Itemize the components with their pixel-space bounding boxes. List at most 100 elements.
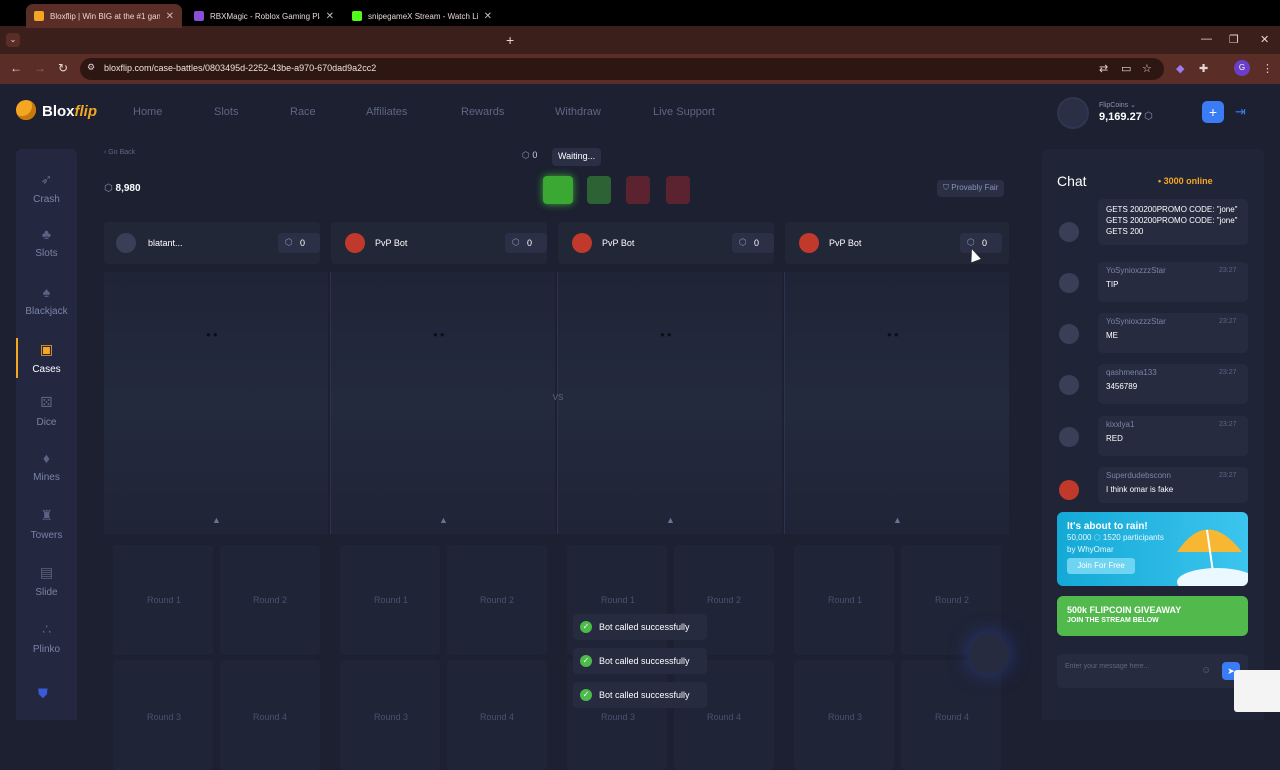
- flipcoins-label-text: FlipCoins: [1099, 102, 1129, 109]
- case-thumbnail[interactable]: [666, 176, 690, 204]
- site-info-icon[interactable]: ⚙: [87, 62, 95, 73]
- restore-icon[interactable]: ❐: [1229, 33, 1239, 46]
- translate-icon[interactable]: ⇄: [1099, 62, 1108, 75]
- pointer-icon: ▲: [893, 515, 902, 525]
- chat-username[interactable]: YoSynioxzzzStar: [1106, 317, 1166, 326]
- site-logo[interactable]: Bloxflip: [42, 103, 97, 120]
- round-label: Round 1: [374, 595, 409, 605]
- browser-tab-rbxmagic[interactable]: RBXMagic - Roblox Gaming Pla ✕: [186, 4, 342, 28]
- giveaway-title: 500k FLIPCOIN GIVEAWAY: [1067, 605, 1182, 615]
- chat-username[interactable]: YoSynioxzzzStar: [1106, 266, 1166, 275]
- nav-rewards[interactable]: Rewards: [461, 106, 504, 118]
- sidebar-item-mines[interactable]: ♦ Mines: [16, 450, 77, 483]
- reload-icon[interactable]: ↻: [58, 61, 68, 75]
- sidebar-item-blackjack[interactable]: ♠ Blackjack: [16, 284, 77, 317]
- sidebar-item-label: Towers: [30, 530, 63, 541]
- nav-live-support[interactable]: Live Support: [653, 106, 715, 118]
- url-text[interactable]: bloxflip.com/case-battles/0803495d-2252-…: [104, 63, 376, 73]
- logout-icon[interactable]: ⇥: [1235, 104, 1246, 120]
- browser-tab-kick[interactable]: snipegameX Stream - Watch Li ✕: [344, 4, 500, 28]
- chat-message-input[interactable]: [1065, 663, 1199, 670]
- support-chat-button[interactable]: [969, 634, 1009, 674]
- nav-home[interactable]: Home: [133, 106, 162, 118]
- nav-affiliates[interactable]: Affiliates: [366, 106, 407, 118]
- coin-icon: ⬡: [512, 237, 520, 247]
- bookmark-star-icon[interactable]: ☆: [1142, 62, 1152, 75]
- column-divider: [330, 272, 331, 534]
- case-thumbnail[interactable]: [587, 176, 611, 204]
- user-avatar[interactable]: [1057, 97, 1089, 129]
- close-tab-icon[interactable]: ✕: [166, 11, 174, 22]
- toast-notification[interactable]: ✓ Bot called successfully: [573, 682, 707, 708]
- go-back-label: Go Back: [108, 149, 136, 156]
- empty-face-icon: ●●: [433, 330, 447, 339]
- sidebar-item-label: Slide: [35, 587, 58, 598]
- case-thumbnail[interactable]: [543, 176, 573, 204]
- close-tab-icon[interactable]: ✕: [326, 11, 334, 22]
- deposit-button[interactable]: +: [1202, 101, 1224, 123]
- avatar[interactable]: [1059, 324, 1079, 344]
- sidebar-item-label: Blackjack: [25, 306, 68, 317]
- tab-search-button[interactable]: ⌄: [6, 33, 20, 47]
- provably-fair-button[interactable]: ⛉ Provably Fair: [937, 180, 1005, 197]
- round-label: Round 2: [707, 595, 742, 605]
- back-icon[interactable]: ←: [10, 61, 22, 75]
- avatar[interactable]: [1059, 375, 1079, 395]
- avatar[interactable]: [1059, 273, 1079, 293]
- kick-favicon-icon: [352, 11, 362, 21]
- avatar[interactable]: [1059, 222, 1079, 242]
- player-name: blatant...: [148, 238, 183, 248]
- browser-menu-icon[interactable]: ⋮: [1262, 62, 1273, 75]
- go-back-link[interactable]: ‹ Go Back: [104, 149, 135, 156]
- cast-icon[interactable]: ▭: [1121, 62, 1131, 75]
- sidebar-item-cases[interactable]: ▣ Cases: [16, 341, 77, 375]
- browser-profile-avatar[interactable]: G: [1234, 60, 1250, 76]
- shield-icon[interactable]: ⛊: [38, 686, 48, 702]
- close-window-icon[interactable]: ✕: [1260, 33, 1269, 46]
- logo-main: Blox: [42, 103, 75, 120]
- battle-status-badge: Waiting...: [552, 148, 602, 166]
- extensions-puzzle-icon[interactable]: ✚: [1199, 62, 1208, 75]
- chat-timestamp: 23:27: [1219, 267, 1237, 274]
- avatar[interactable]: [1059, 480, 1079, 500]
- new-tab-button[interactable]: +: [506, 32, 514, 48]
- bloxflip-logo-icon[interactable]: [16, 100, 36, 120]
- close-tab-icon[interactable]: ✕: [484, 11, 492, 22]
- sidebar-item-dice[interactable]: ⚄ Dice: [16, 394, 77, 428]
- toast-notification[interactable]: ✓ Bot called successfully: [573, 648, 707, 674]
- battle-total-value: ⬡ 8,980: [104, 183, 141, 194]
- empty-face-icon: ●●: [887, 330, 901, 339]
- giveaway-banner[interactable]: [1057, 596, 1248, 636]
- forward-icon[interactable]: →: [34, 61, 46, 75]
- chat-message-text: TIP: [1106, 280, 1119, 289]
- toast-notification[interactable]: ✓ Bot called successfully: [573, 614, 707, 640]
- sidebar-item-slide[interactable]: ▤ Slide: [16, 564, 77, 598]
- chat-message-text: ME: [1106, 331, 1118, 340]
- coin-icon: ⬡: [522, 150, 530, 160]
- minimize-icon[interactable]: —: [1201, 33, 1212, 45]
- chat-username[interactable]: qashmena133: [1106, 368, 1157, 377]
- sidebar-item-towers[interactable]: ♜ Towers: [16, 507, 77, 541]
- toast-message: Bot called successfully: [599, 622, 690, 632]
- sidebar-item-crash[interactable]: ➶ Crash: [16, 171, 77, 205]
- tab-title: Bloxflip | Win BIG at the #1 game: [50, 11, 160, 21]
- avatar[interactable]: [1059, 427, 1079, 447]
- nav-slots[interactable]: Slots: [214, 106, 238, 118]
- emoji-icon[interactable]: ☺: [1201, 665, 1211, 676]
- sidebar-item-plinko[interactable]: ∴ Plinko: [16, 621, 77, 655]
- extension-icon[interactable]: ◆: [1176, 62, 1184, 75]
- chat-message-text: RED: [1106, 434, 1123, 443]
- chat-timestamp: 23:27: [1219, 421, 1237, 428]
- giveaway-subtitle: JOIN THE STREAM BELOW: [1067, 617, 1159, 624]
- sidebar-item-slots[interactable]: ♣ Slots: [16, 226, 77, 259]
- join-rain-button[interactable]: Join For Free: [1067, 558, 1135, 574]
- round-label: Round 3: [601, 712, 636, 722]
- browser-tab-bloxflip[interactable]: Bloxflip | Win BIG at the #1 game ✕: [26, 4, 182, 28]
- chat-username[interactable]: kixxlya1: [1106, 420, 1134, 429]
- recaptcha-badge[interactable]: [1234, 670, 1280, 712]
- nav-race[interactable]: Race: [290, 106, 316, 118]
- case-thumbnail[interactable]: [626, 176, 650, 204]
- nav-withdraw[interactable]: Withdraw: [555, 106, 601, 118]
- chat-username[interactable]: Superdudebsconn: [1106, 471, 1171, 480]
- flipcoins-label[interactable]: FlipCoins ⌄: [1099, 101, 1136, 109]
